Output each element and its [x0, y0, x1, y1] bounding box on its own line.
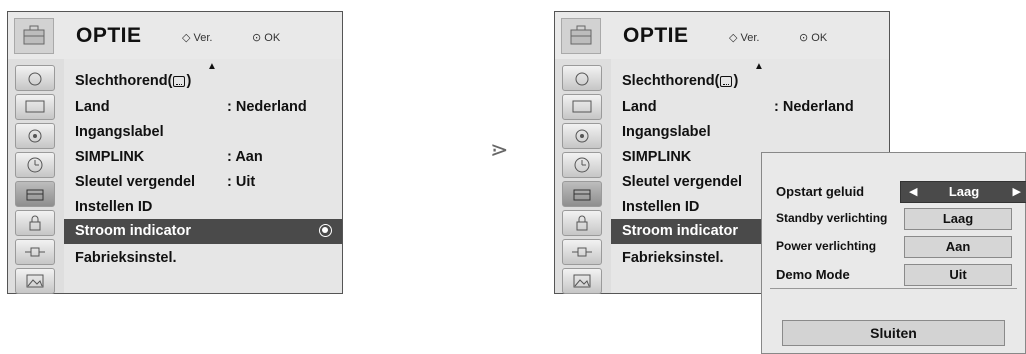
- picture-icon[interactable]: [15, 268, 55, 294]
- menu-header: OPTIE ◇ Ver. ⊙ OK: [555, 12, 889, 60]
- menu-item-stroom-indicator[interactable]: Stroom indicator: [64, 219, 342, 244]
- menu-item-ingangslabel[interactable]: Ingangslabel: [611, 120, 889, 144]
- close-button[interactable]: Sluiten: [782, 320, 1005, 346]
- menu-item-instellen-id[interactable]: Instellen ID: [64, 195, 342, 219]
- right-arrow-icon[interactable]: ▶: [1013, 182, 1021, 202]
- menu-item-fabrieksinstel[interactable]: Fabrieksinstel.: [64, 246, 342, 270]
- caption-icon: [720, 76, 733, 87]
- menu-item-slechthorend[interactable]: Slechthorend(): [611, 69, 889, 93]
- monitor-icon[interactable]: [562, 94, 602, 120]
- caption-icon: [173, 76, 186, 87]
- clock-icon[interactable]: [15, 152, 55, 178]
- plug-icon[interactable]: [562, 239, 602, 265]
- ok-button-icon: ⊙: [252, 32, 262, 44]
- menu-item-ingangslabel[interactable]: Ingangslabel: [64, 120, 342, 144]
- lock-icon[interactable]: [562, 210, 602, 236]
- menu-item-list: ▲ Slechthorend() Land: Nederland Ingangs…: [64, 59, 342, 293]
- speaker-icon[interactable]: [15, 123, 55, 149]
- move-arrows-icon: ◇: [729, 32, 738, 44]
- menu-title: OPTIE: [76, 24, 142, 47]
- option-menu-left: OPTIE ◇ Ver. ⊙ OK ▲ Slechthorend() Land:…: [7, 11, 343, 294]
- move-arrows-icon: ◇: [182, 32, 191, 44]
- toolbox-icon[interactable]: [15, 181, 55, 207]
- power-indicator-popup: Opstart geluid ◀ Laag ▶ Standby verlicht…: [761, 152, 1026, 354]
- left-arrow-icon[interactable]: ◀: [909, 182, 917, 202]
- move-hint: ◇ Ver.: [729, 32, 760, 44]
- menu-item-stroom-indicator[interactable]: Stroom indicator: [611, 219, 779, 244]
- selected-radio-icon: [319, 224, 332, 237]
- picture-icon[interactable]: [562, 268, 602, 294]
- popup-row-power-verlichting[interactable]: Power verlichting Aan: [762, 234, 1025, 260]
- step-arrow-icon: ⋗: [490, 138, 509, 163]
- menu-item-simplink[interactable]: SIMPLINK: Aan: [64, 145, 342, 169]
- speaker-icon[interactable]: [562, 123, 602, 149]
- lock-icon[interactable]: [15, 210, 55, 236]
- menu-item-slechthorend[interactable]: Slechthorend(): [64, 69, 342, 93]
- toolbox-icon: [14, 18, 54, 54]
- menu-item-sleutel-vergendel[interactable]: Sleutel vergendel: Uit: [64, 170, 342, 194]
- toolbox-icon: [561, 18, 601, 54]
- ok-button-icon: ⊙: [799, 32, 809, 44]
- standby-verlichting-value[interactable]: Laag: [904, 208, 1012, 230]
- popup-row-opstart-geluid[interactable]: Opstart geluid ◀ Laag ▶: [762, 179, 1026, 205]
- menu-title: OPTIE: [623, 24, 689, 47]
- ok-hint: ⊙ OK: [252, 32, 281, 44]
- toolbox-icon[interactable]: [562, 181, 602, 207]
- power-verlichting-value[interactable]: Aan: [904, 236, 1012, 258]
- ok-hint: ⊙ OK: [799, 32, 828, 44]
- menu-item-land[interactable]: Land: Nederland: [64, 95, 342, 119]
- category-icon-column: [8, 59, 65, 294]
- plug-icon[interactable]: [15, 239, 55, 265]
- demo-mode-value[interactable]: Uit: [904, 264, 1012, 286]
- popup-divider: [770, 288, 1017, 289]
- menu-header: OPTIE ◇ Ver. ⊙ OK: [8, 12, 342, 60]
- monitor-icon[interactable]: [15, 94, 55, 120]
- category-icon-column: [555, 59, 612, 294]
- move-hint: ◇ Ver.: [182, 32, 213, 44]
- popup-row-standby-verlichting[interactable]: Standby verlichting Laag: [762, 206, 1025, 232]
- satellite-icon[interactable]: [15, 65, 55, 91]
- clock-icon[interactable]: [562, 152, 602, 178]
- opstart-geluid-selector[interactable]: ◀ Laag ▶: [900, 181, 1026, 203]
- menu-item-land[interactable]: Land: Nederland: [611, 95, 889, 119]
- popup-row-demo-mode[interactable]: Demo Mode Uit: [762, 262, 1025, 288]
- satellite-icon[interactable]: [562, 65, 602, 91]
